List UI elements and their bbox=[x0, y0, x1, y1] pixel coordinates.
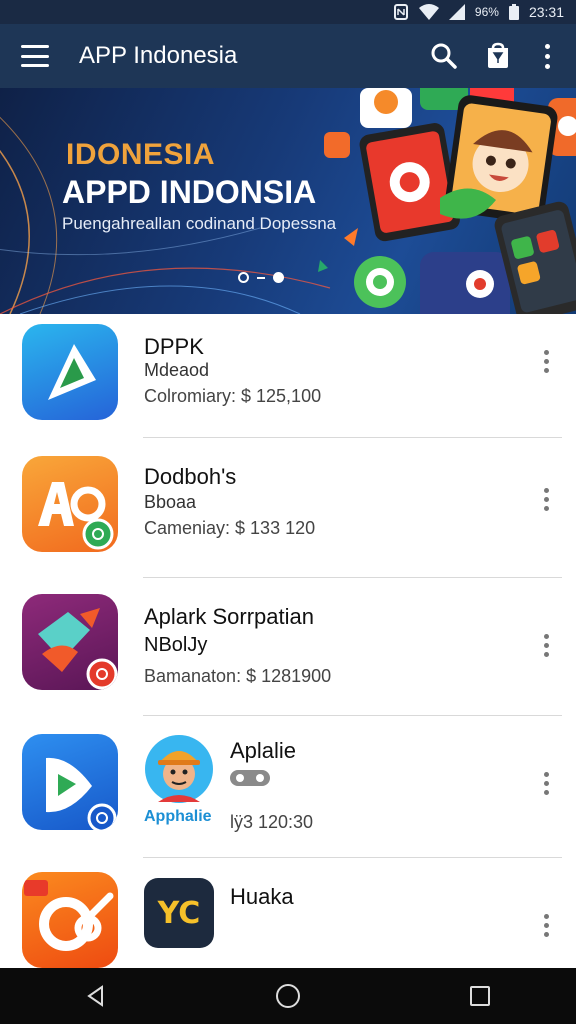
logo-text: YC bbox=[157, 895, 201, 931]
banner-title: APPD INDONSIA bbox=[62, 174, 317, 210]
recents-icon bbox=[470, 986, 490, 1006]
battery-icon bbox=[508, 4, 519, 20]
banner-eyebrow: IDONESIA bbox=[66, 138, 216, 171]
list-item[interactable]: Aplark Sorrpatian NBolJy Bamanaton: $ 12… bbox=[0, 578, 576, 716]
back-button[interactable] bbox=[66, 968, 126, 1024]
nfc-icon bbox=[393, 4, 409, 20]
banner-subtitle: Puengahreallan codinand Dopessna bbox=[62, 214, 337, 233]
item-more-button[interactable] bbox=[534, 488, 558, 511]
app-meta: Colromiary: $ 125,100 bbox=[144, 386, 322, 406]
app-bar: APP Indonesia bbox=[0, 24, 576, 88]
co-swirl-icon bbox=[22, 872, 118, 968]
status-bar: 96% 23:31 bbox=[0, 0, 576, 24]
ao-letters-icon bbox=[22, 456, 118, 552]
more-options-button[interactable] bbox=[532, 43, 562, 69]
battery-percent: 96% bbox=[474, 5, 499, 19]
status-chip bbox=[230, 770, 270, 786]
item-more-button[interactable] bbox=[534, 914, 558, 937]
promo-banner[interactable]: IDONESIA APPD INDONSIA Puengahreallan co… bbox=[0, 88, 576, 314]
page-dot-1[interactable] bbox=[238, 272, 249, 283]
app-list: DPPK Mdeaod Colromiary: $ 125,100 Dodboh… bbox=[0, 314, 576, 968]
list-item[interactable]: YC Huaka bbox=[0, 858, 576, 968]
item-more-button[interactable] bbox=[534, 634, 558, 657]
app-name: Aplalie bbox=[230, 738, 297, 763]
developer-avatar: Apphalie bbox=[144, 734, 214, 834]
store-icon bbox=[488, 42, 508, 68]
avatar bbox=[145, 735, 213, 803]
app-name: Dodboh's bbox=[144, 464, 237, 489]
home-button[interactable] bbox=[258, 968, 318, 1024]
system-nav-bar bbox=[0, 968, 576, 1024]
back-icon bbox=[87, 985, 103, 1007]
app-name: Aplark Sorrpatian bbox=[144, 604, 314, 629]
store-button[interactable] bbox=[478, 36, 518, 76]
publisher-logo: YC bbox=[144, 878, 214, 948]
clock: 23:31 bbox=[528, 4, 564, 20]
app-name: DPPK bbox=[144, 334, 204, 359]
play-arrow-icon bbox=[22, 734, 118, 830]
recents-button[interactable] bbox=[450, 968, 510, 1024]
banner-pagination bbox=[238, 272, 284, 283]
page-dot-separator bbox=[257, 276, 265, 279]
banner-app-icons-illustration bbox=[318, 88, 576, 314]
list-item[interactable]: Dodboh's Bboaa Cameniay: $ 133 120 bbox=[0, 438, 576, 578]
app-meta: lÿ3 120:30 bbox=[230, 812, 314, 832]
list-item[interactable]: DPPK Mdeaod Colromiary: $ 125,100 bbox=[0, 314, 576, 438]
app-meta: Cameniay: $ 133 120 bbox=[144, 518, 316, 538]
app-meta: Bamanaton: $ 1281900 bbox=[144, 666, 332, 686]
tag-bird-icon bbox=[22, 594, 118, 690]
signal-icon bbox=[448, 4, 465, 20]
item-more-button[interactable] bbox=[534, 772, 558, 795]
wifi-icon bbox=[418, 4, 439, 20]
search-button[interactable] bbox=[424, 36, 464, 76]
item-more-button[interactable] bbox=[534, 350, 558, 373]
search-icon bbox=[431, 43, 457, 69]
menu-icon[interactable] bbox=[21, 45, 49, 67]
developer-caption: Apphalie bbox=[144, 808, 212, 825]
home-icon bbox=[276, 984, 300, 1008]
play-triangle-icon bbox=[22, 324, 118, 420]
app-subtitle: Bboaa bbox=[144, 492, 197, 512]
app-name: Huaka bbox=[230, 884, 294, 909]
app-subtitle: Mdeaod bbox=[144, 360, 210, 380]
list-item[interactable]: Apphalie Aplalie lÿ3 120:30 bbox=[0, 716, 576, 858]
page-dot-2[interactable] bbox=[273, 272, 284, 283]
app-subtitle: NBolJy bbox=[144, 634, 208, 656]
page-title: APP Indonesia bbox=[79, 42, 238, 69]
